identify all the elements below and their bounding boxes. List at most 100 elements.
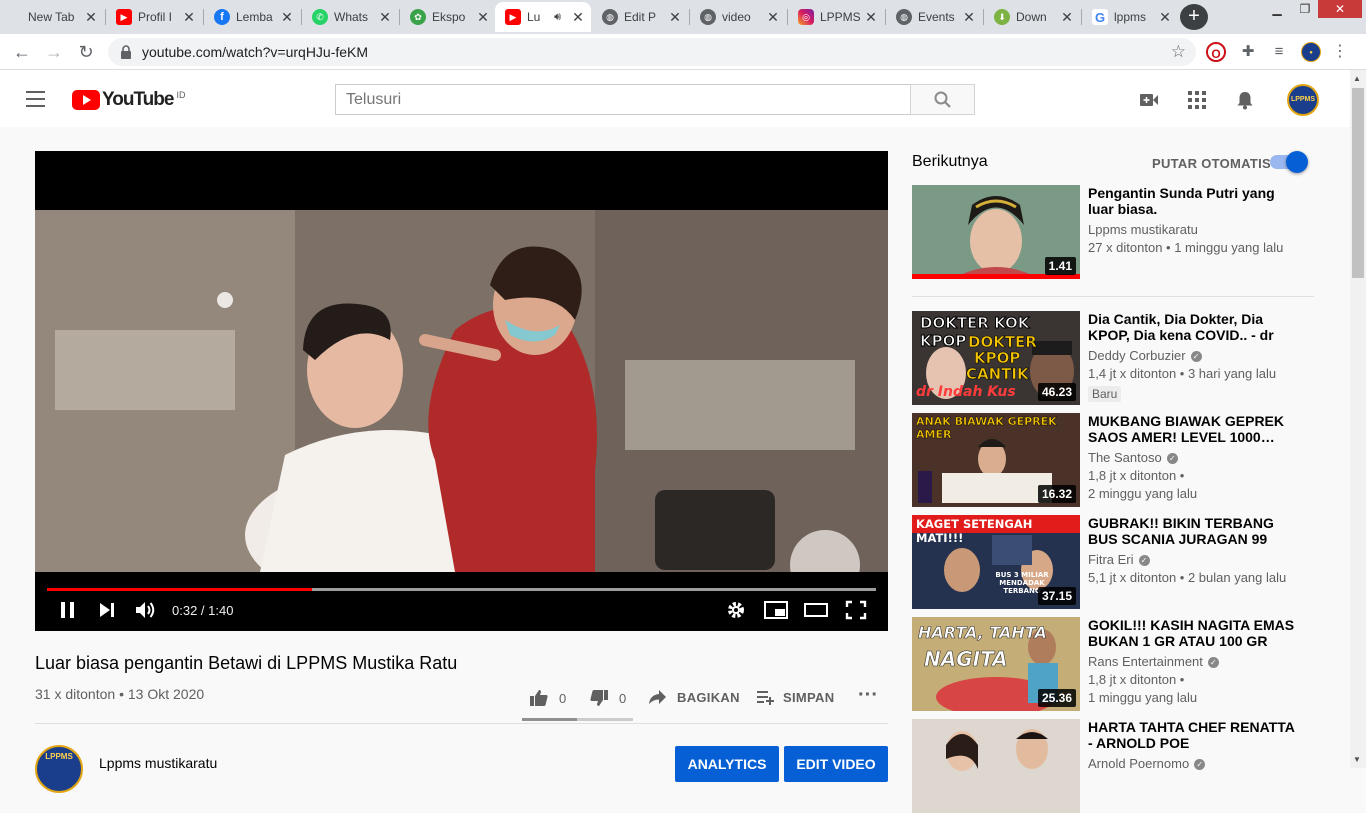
analytics-button[interactable]: ANALYTICS [675, 746, 779, 782]
video-thumbnail[interactable] [912, 719, 1080, 813]
page-scrollbar[interactable]: ▲ ▼ [1350, 70, 1366, 768]
tab-close-icon[interactable]: ✕ [668, 9, 682, 26]
tab-close-icon[interactable]: ✕ [1060, 9, 1074, 26]
video-title[interactable]: GOKIL!!! KASIH NAGITA EMAS BUKAN 1 GR AT… [1088, 617, 1302, 649]
browser-tab[interactable]: ✆ Whats ✕ [302, 2, 398, 32]
channel-name[interactable]: Lppms mustikaratu [1088, 222, 1198, 237]
channel-name-row[interactable]: Rans Entertainment ✓ [1088, 654, 1219, 669]
browser-tab[interactable]: New Tab ✕ [8, 2, 104, 32]
browser-tab-active[interactable]: ▶ Lu 🔊︎ ✕ [495, 2, 591, 32]
browser-tab[interactable]: ✿ Ekspo ✕ [400, 2, 496, 32]
tab-close-icon[interactable]: ✕ [1158, 9, 1172, 26]
channel-name[interactable]: Lppms mustikaratu [99, 755, 217, 771]
opera-vpn-icon[interactable]: O [1206, 42, 1226, 62]
extensions-puzzle-icon[interactable]: ✚ [1238, 42, 1258, 62]
tab-close-icon[interactable]: ✕ [571, 9, 585, 26]
dislike-button[interactable]: 0 [589, 689, 626, 707]
video-thumbnail[interactable]: KAGET SETENGAH MATI!!! BUS 3 MILIAR MEND… [912, 515, 1080, 609]
autoplay-toggle[interactable] [1270, 151, 1308, 173]
scroll-down-icon[interactable]: ▼ [1353, 755, 1361, 764]
forward-button[interactable]: → [42, 40, 66, 64]
notifications-bell-icon[interactable] [1235, 90, 1255, 110]
chrome-menu-icon[interactable]: ⋮ [1330, 42, 1350, 62]
channel-name[interactable]: Arnold Poernomo [1088, 756, 1189, 771]
browser-tab[interactable]: ⬇ Down ✕ [984, 2, 1080, 32]
channel-name[interactable]: The Santoso [1088, 450, 1162, 465]
back-button[interactable]: ← [10, 40, 34, 64]
pause-icon[interactable] [59, 600, 77, 620]
browser-tab[interactable]: G lppms ✕ [1082, 2, 1178, 32]
tab-close-icon[interactable]: ✕ [864, 9, 878, 26]
tab-close-icon[interactable]: ✕ [766, 9, 780, 26]
recommended-video[interactable]: HARTA TAHTA CHEF RENATTA - ARNOLD POE Ar… [912, 719, 1314, 813]
channel-name[interactable]: Deddy Corbuzier [1088, 348, 1186, 363]
tab-close-icon[interactable]: ✕ [182, 9, 196, 26]
channel-name-row[interactable]: Arnold Poernomo ✓ [1088, 756, 1206, 771]
address-bar[interactable]: youtube.com/watch?v=urqHJu-feKM ☆ [108, 38, 1196, 66]
tab-close-icon[interactable]: ✕ [476, 9, 490, 26]
scroll-up-icon[interactable]: ▲ [1353, 74, 1361, 83]
channel-name[interactable]: Rans Entertainment [1088, 654, 1203, 669]
video-title[interactable]: Dia Cantik, Dia Dokter, Dia KPOP, Dia ke… [1088, 311, 1302, 343]
volume-icon[interactable] [135, 600, 157, 620]
video-thumbnail[interactable]: ANAK BIAWAK GEPREK AMER 16.32 [912, 413, 1080, 507]
youtube-logo[interactable]: YouTube ID [72, 89, 185, 111]
audio-playing-icon[interactable]: 🔊︎ [554, 11, 561, 24]
share-button[interactable]: BAGIKAN [648, 689, 740, 705]
new-tab-button[interactable]: + [1180, 4, 1208, 30]
video-thumbnail[interactable]: HARTA, TAHTA NAGITA 25.36 [912, 617, 1080, 711]
next-video-icon[interactable] [98, 600, 116, 620]
video-title[interactable]: GUBRAK!! BIKIN TERBANG BUS SCANIA JURAGA… [1088, 515, 1302, 547]
tab-close-icon[interactable]: ✕ [280, 9, 294, 26]
scrollbar-thumb[interactable] [1352, 88, 1364, 278]
recommended-video[interactable]: HARTA, TAHTA NAGITA 25.36 GOKIL!!! KASIH… [912, 617, 1314, 711]
create-video-icon[interactable] [1139, 90, 1159, 110]
video-title[interactable]: Pengantin Sunda Putri yang luar biasa. [1088, 185, 1302, 217]
account-avatar[interactable]: LPPMS [1287, 84, 1319, 116]
toggle-knob[interactable] [1286, 151, 1308, 173]
browser-tab[interactable]: ◎ LPPMS ✕ [788, 2, 884, 32]
browser-tab[interactable]: ◍ Edit P ✕ [592, 2, 688, 32]
video-player[interactable]: 0:32 / 1:40 [35, 151, 888, 631]
media-queue-icon[interactable]: ≡ [1269, 42, 1289, 62]
browser-tab[interactable]: ◍ Events ✕ [886, 2, 982, 32]
tab-close-icon[interactable]: ✕ [378, 9, 392, 26]
progress-bar[interactable] [47, 588, 876, 591]
like-button[interactable]: 0 [529, 689, 566, 707]
channel-name-row[interactable]: Fitra Eri ✓ [1088, 552, 1150, 567]
miniplayer-icon[interactable] [763, 600, 789, 620]
save-button[interactable]: SIMPAN [756, 689, 834, 705]
video-thumbnail[interactable]: 1.41 [912, 185, 1080, 279]
video-title[interactable]: MUKBANG BIAWAK GEPREK SAOS AMER! LEVEL 1… [1088, 413, 1302, 445]
recommended-video[interactable]: KAGET SETENGAH MATI!!! BUS 3 MILIAR MEND… [912, 515, 1314, 609]
close-window-button[interactable]: ✕ [1318, 0, 1362, 18]
browser-tab[interactable]: f Lemba ✕ [204, 2, 300, 32]
recommended-video[interactable]: 1.41 Pengantin Sunda Putri yang luar bia… [912, 185, 1314, 279]
channel-name[interactable]: Fitra Eri [1088, 552, 1134, 567]
search-input[interactable] [336, 85, 910, 114]
minimize-button[interactable]: ▁ [1262, 0, 1292, 18]
tab-close-icon[interactable]: ✕ [962, 9, 976, 26]
search-button[interactable] [910, 84, 975, 115]
maximize-button[interactable]: ❐ [1290, 0, 1320, 18]
theater-mode-icon[interactable] [803, 600, 829, 620]
browser-tab[interactable]: ◍ video ✕ [690, 2, 786, 32]
browser-tab[interactable]: ▶ Profil I ✕ [106, 2, 202, 32]
edit-video-button[interactable]: EDIT VIDEO [784, 746, 888, 782]
recommended-video[interactable]: ANAK BIAWAK GEPREK AMER 16.32 MUKBANG BI… [912, 413, 1314, 507]
apps-grid-icon[interactable] [1187, 90, 1207, 110]
channel-name-row[interactable]: The Santoso ✓ [1088, 450, 1178, 465]
bookmark-star-icon[interactable]: ☆ [1171, 42, 1186, 62]
guide-menu-icon[interactable] [26, 91, 45, 107]
video-title[interactable]: HARTA TAHTA CHEF RENATTA - ARNOLD POE [1088, 719, 1302, 751]
settings-gear-icon[interactable] [726, 600, 746, 620]
fullscreen-icon[interactable] [845, 600, 867, 620]
channel-avatar[interactable]: LPPMS [35, 745, 83, 793]
more-actions-icon[interactable]: ··· [858, 684, 878, 707]
reload-button[interactable]: ↻ [74, 40, 98, 64]
profile-avatar[interactable]: ● [1301, 42, 1321, 62]
video-thumbnail[interactable]: DOKTER KOK KPOP DOKTER KPOP CANTIK dr In… [912, 311, 1080, 405]
recommended-video[interactable]: DOKTER KOK KPOP DOKTER KPOP CANTIK dr In… [912, 311, 1314, 405]
tab-close-icon[interactable]: ✕ [84, 9, 98, 26]
channel-name-row[interactable]: Deddy Corbuzier ✓ [1088, 348, 1202, 363]
